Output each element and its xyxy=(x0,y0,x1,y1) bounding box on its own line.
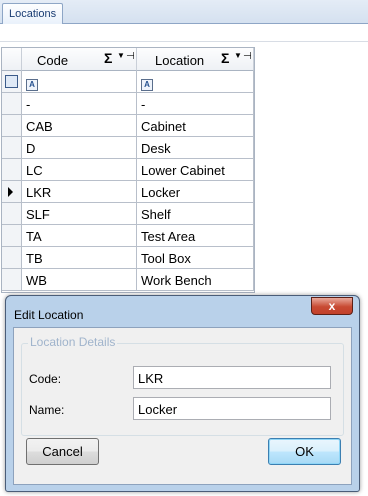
table-row[interactable]: - - xyxy=(2,93,254,115)
cell-code[interactable]: SLF xyxy=(22,203,137,224)
cell-location[interactable]: Cabinet xyxy=(137,115,254,136)
summary-icon[interactable]: Σ xyxy=(221,50,229,66)
current-row-arrow-icon xyxy=(8,187,13,197)
cell-location[interactable]: Lower Cabinet xyxy=(137,159,254,180)
dialog-title: Edit Location xyxy=(14,308,84,322)
table-row[interactable]: CAB Cabinet xyxy=(2,115,254,137)
filter-operator-icon[interactable]: A xyxy=(26,79,38,91)
tab-locations[interactable]: Locations xyxy=(2,3,63,25)
name-label: Name: xyxy=(29,403,65,417)
cell-code[interactable]: LKR xyxy=(22,181,137,202)
code-label: Code: xyxy=(29,372,62,386)
cell-location[interactable]: Test Area xyxy=(137,225,254,246)
table-row[interactable]: TB Tool Box xyxy=(2,247,254,269)
cell-code[interactable]: TB xyxy=(22,247,137,268)
cell-location[interactable]: Shelf xyxy=(137,203,254,224)
filter-operator-icon[interactable]: A xyxy=(141,79,153,91)
column-header-code-label: Code xyxy=(37,53,69,68)
cell-location[interactable]: Work Bench xyxy=(137,269,254,290)
row-selector[interactable] xyxy=(2,203,22,224)
row-selector[interactable] xyxy=(2,181,22,202)
pin-icon[interactable]: ⊣ xyxy=(243,51,252,62)
column-header-code[interactable]: Code Σ ▼ ⊣ xyxy=(22,48,137,71)
cell-location[interactable]: - xyxy=(137,93,254,114)
row-selector[interactable] xyxy=(2,93,22,114)
table-row[interactable]: LC Lower Cabinet xyxy=(2,159,254,181)
column-header-location-label: Location xyxy=(155,53,205,68)
cell-code[interactable]: - xyxy=(22,93,137,114)
cancel-button[interactable]: Cancel xyxy=(26,438,99,465)
column-header-location[interactable]: Location Σ ▼ ⊣ xyxy=(137,48,254,71)
clear-filter-icon[interactable] xyxy=(5,75,18,88)
row-selector[interactable] xyxy=(2,137,22,158)
filter-row: A A xyxy=(2,71,254,93)
cell-code[interactable]: D xyxy=(22,137,137,158)
row-selector[interactable] xyxy=(2,269,22,290)
table-row[interactable]: WB Work Bench xyxy=(2,269,254,291)
table-row[interactable]: D Desk xyxy=(2,137,254,159)
locations-grid: Code Σ ▼ ⊣ Location Σ ▼ ⊣ A A - - CAB Ca… xyxy=(1,47,255,293)
close-icon: x xyxy=(328,299,336,313)
toolbar-strip xyxy=(0,24,368,42)
dialog-client-area: Location Details Code: LKR Name: Locker … xyxy=(13,327,352,485)
cell-code[interactable]: WB xyxy=(22,269,137,290)
name-field[interactable]: Locker xyxy=(133,397,331,420)
filter-cell-location[interactable]: A xyxy=(137,71,254,92)
cell-location[interactable]: Desk xyxy=(137,137,254,158)
cell-code[interactable]: CAB xyxy=(22,115,137,136)
row-selector[interactable] xyxy=(2,247,22,268)
code-field[interactable]: LKR xyxy=(133,366,331,389)
edit-location-dialog: Edit Location x Location Details Code: L… xyxy=(5,295,360,492)
row-selector-header xyxy=(2,48,22,71)
cell-location[interactable]: Tool Box xyxy=(137,247,254,268)
chevron-down-icon[interactable]: ▼ xyxy=(234,51,242,60)
row-selector[interactable] xyxy=(2,159,22,180)
summary-icon[interactable]: Σ xyxy=(104,50,112,66)
cell-code[interactable]: LC xyxy=(22,159,137,180)
location-details-group: Location Details Code: LKR Name: Locker xyxy=(21,335,344,436)
filter-row-selector xyxy=(2,71,22,92)
row-selector[interactable] xyxy=(2,225,22,246)
cell-code[interactable]: TA xyxy=(22,225,137,246)
filter-cell-code[interactable]: A xyxy=(22,71,137,92)
table-row[interactable]: SLF Shelf xyxy=(2,203,254,225)
ok-button[interactable]: OK xyxy=(268,438,341,465)
table-row-current[interactable]: LKR Locker xyxy=(2,181,254,203)
cell-location[interactable]: Locker xyxy=(137,181,254,202)
row-selector[interactable] xyxy=(2,115,22,136)
pin-icon[interactable]: ⊣ xyxy=(126,51,135,62)
chevron-down-icon[interactable]: ▼ xyxy=(117,51,125,60)
close-button[interactable]: x xyxy=(311,297,353,315)
tab-strip: Locations xyxy=(0,0,368,25)
table-row[interactable]: TA Test Area xyxy=(2,225,254,247)
group-title: Location Details xyxy=(28,335,118,349)
